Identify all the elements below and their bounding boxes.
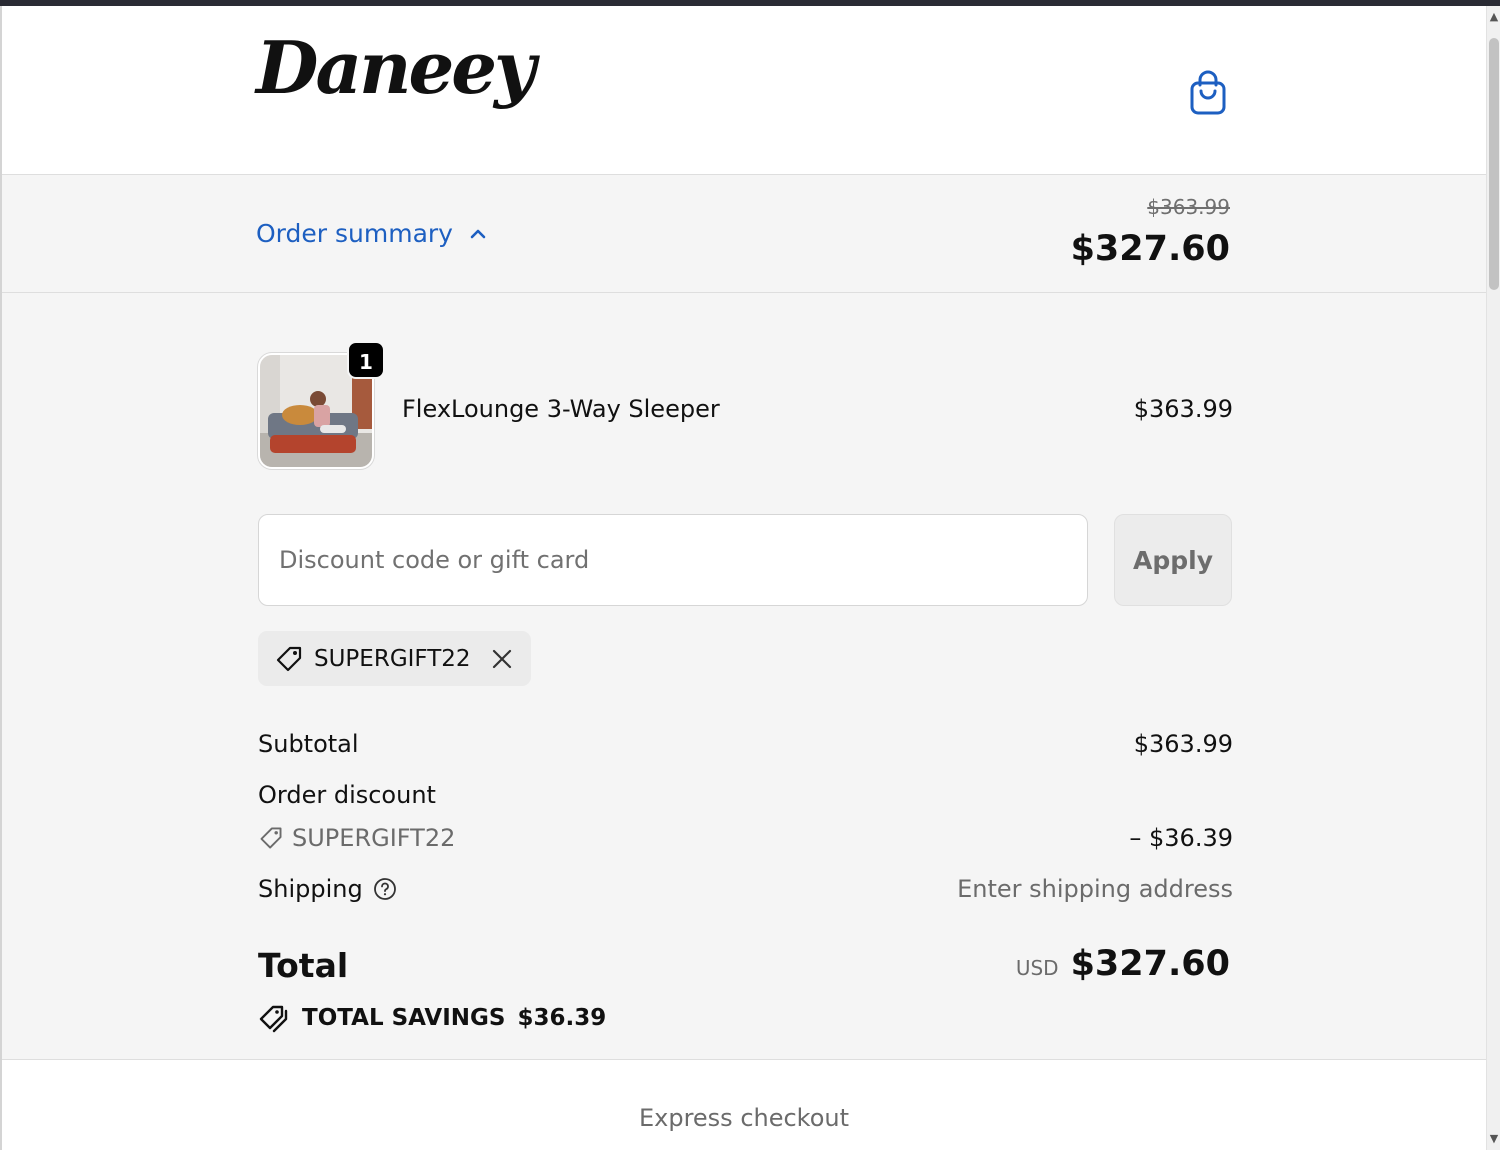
order-discount-label: Order discount: [258, 781, 436, 809]
product-price: $363.99: [1133, 395, 1233, 423]
subtotal-value: $363.99: [1133, 730, 1233, 758]
applied-discount-tag: SUPERGIFT22: [258, 631, 531, 686]
discount-value: – $36.39: [1129, 824, 1233, 852]
help-circle-icon[interactable]: [373, 877, 397, 901]
tag-icon: [276, 646, 302, 671]
total-value-group: USD $327.60: [1016, 944, 1230, 984]
shipping-label: Shipping: [258, 875, 363, 903]
discount-code-row: SUPERGIFT22 – $36.39: [258, 824, 1233, 856]
shipping-value: Enter shipping address: [957, 875, 1233, 903]
cart-button[interactable]: [1188, 68, 1228, 116]
subtotal-label: Subtotal: [258, 730, 359, 758]
tags-icon: [259, 1005, 288, 1033]
discount-code-input[interactable]: [258, 514, 1088, 606]
checkout-window: Daneey Order summary $363.99 $327.60 1 F…: [0, 6, 1500, 1150]
page-scrollbar[interactable]: ▲ ▼: [1486, 6, 1500, 1150]
apply-discount-button[interactable]: Apply: [1114, 514, 1232, 606]
shipping-label-group: Shipping: [258, 875, 397, 903]
discount-form: Apply: [258, 514, 1233, 606]
scroll-down-arrow-icon[interactable]: ▼: [1487, 1132, 1500, 1146]
currency-code: USD: [1015, 956, 1059, 980]
scrollbar-thumb[interactable]: [1489, 38, 1499, 290]
discount-code-detail: SUPERGIFT22: [258, 824, 455, 852]
order-summary-toggle[interactable]: Order summary: [256, 219, 487, 248]
close-icon[interactable]: [491, 648, 513, 670]
scroll-up-arrow-icon[interactable]: ▲: [1487, 10, 1500, 24]
discount-code-name: SUPERGIFT22: [292, 824, 456, 852]
site-header: Daneey: [2, 6, 1486, 175]
chevron-up-icon: [470, 229, 486, 238]
tag-icon: [260, 827, 282, 849]
store-logo[interactable]: Daneey: [256, 28, 536, 107]
line-item: 1 FlexLounge 3-Way Sleeper $363.99: [258, 341, 1233, 471]
product-name: FlexLounge 3-Way Sleeper: [402, 395, 720, 423]
shopping-bag-icon: [1190, 70, 1226, 115]
order-discount-row: Order discount: [258, 781, 1233, 813]
savings-label: TOTAL SAVINGS: [302, 1005, 506, 1031]
applied-code-text: SUPERGIFT22: [314, 645, 471, 672]
summary-current-price: $327.60: [1070, 229, 1230, 269]
shipping-row: Shipping Enter shipping address: [258, 875, 1233, 907]
quantity-badge: 1: [347, 341, 385, 379]
express-checkout-heading: Express checkout: [638, 1104, 850, 1132]
savings-value: $36.39: [517, 1005, 607, 1031]
subtotal-row: Subtotal $363.99: [258, 730, 1233, 762]
order-summary-panel: 1 FlexLounge 3-Way Sleeper $363.99 Apply…: [2, 293, 1486, 1060]
order-summary-bar: Order summary $363.99 $327.60: [2, 175, 1486, 293]
order-summary-label: Order summary: [256, 219, 453, 248]
original-price: $363.99: [1147, 195, 1230, 219]
total-savings: TOTAL SAVINGS $36.39: [258, 1003, 606, 1033]
total-label: Total: [258, 946, 349, 985]
total-amount: $327.60: [1070, 944, 1230, 984]
